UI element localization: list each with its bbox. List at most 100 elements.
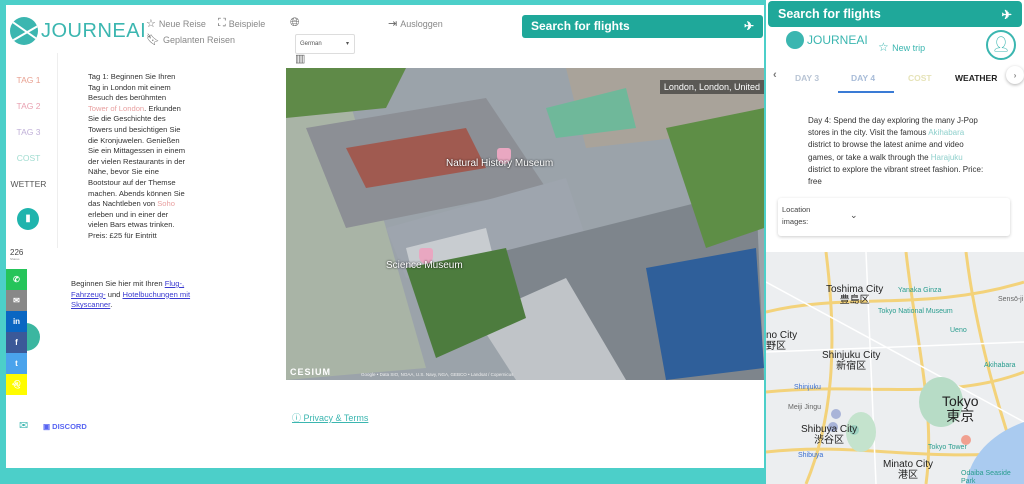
poi-science-museum[interactable]: Science Museum — [386, 260, 463, 271]
tabs-next-arrow[interactable]: › — [1006, 66, 1024, 84]
text: Tag 1: Beginnen Sie Ihren Tag in London … — [88, 72, 176, 103]
globe-logo-icon — [786, 31, 804, 49]
logo[interactable]: JOURNEAI — [10, 17, 146, 45]
location-images-dropdown[interactable]: Location images: ⌄ — [778, 198, 1010, 236]
day-tabs: ‹ DAY 3 DAY 4 COST WEATHER › — [766, 66, 1024, 93]
chevron-down-icon: ⌄ — [850, 210, 858, 220]
aerial-imagery — [286, 68, 764, 380]
text: 港区 — [898, 470, 918, 481]
active-tab-indicator — [838, 91, 894, 93]
text: no City — [766, 330, 798, 341]
star-icon: ☆ — [878, 40, 893, 54]
link-label: Privacy & Terms — [303, 413, 369, 423]
map-icon[interactable]: ▥ — [295, 52, 305, 65]
tokyo-map[interactable]: Toshima City 豊島区 Shinjuku City 新宿区 Tokyo 東京… — [766, 252, 1024, 484]
link-tower-of-london[interactable]: Tower of London — [88, 104, 144, 113]
map-place[interactable]: Tokyo National Museum — [878, 308, 953, 316]
map-place[interactable]: Shibuya — [798, 452, 823, 460]
save-bookmark-button[interactable]: ▮ — [17, 208, 39, 230]
privacy-terms-link[interactable]: ⓘ Privacy & Terms — [292, 411, 368, 424]
3d-map-view[interactable]: London, London, United Natural History M… — [286, 68, 764, 380]
map-place[interactable]: Akihabara — [984, 362, 1016, 370]
map-place[interactable]: Yanaka Ginza — [898, 287, 941, 295]
plane-icon: ✈ — [1001, 8, 1012, 22]
discord-icon: ▣ — [43, 422, 53, 431]
brand-name: JOURNEAI — [41, 19, 147, 42]
map-place[interactable]: Ueno — [950, 327, 967, 335]
sidenav-tag-3[interactable]: TAG 3 — [6, 127, 51, 153]
nav-planned-trips[interactable]: 🔖︎ Geplanten Reisen — [146, 33, 235, 46]
map-label: Toshima City 豊島区 — [826, 284, 883, 306]
text: Shibuya City — [801, 424, 858, 435]
divider — [57, 53, 58, 248]
text: . Erkunden Sie die Geschichte des Towers… — [88, 103, 186, 209]
text: 渋谷区 — [814, 435, 845, 446]
sidenav-cost[interactable]: COST — [6, 153, 51, 179]
link-harajuku[interactable]: Harajuku — [931, 153, 963, 162]
panel-search-flights-button[interactable]: Search for flights ✈ — [768, 1, 1022, 27]
nav-label: Ausloggen — [400, 18, 443, 29]
text: 東京 — [946, 408, 975, 424]
side-panel: Search for flights ✈ JOURNEAI ☆ New trip … — [766, 0, 1024, 484]
tab-cost[interactable]: COST — [908, 73, 932, 83]
cesium-logo: CESIUM — [290, 367, 332, 377]
map-place[interactable]: Tokyo Tower — [928, 444, 967, 452]
tabs-prev-arrow[interactable]: ‹ — [773, 69, 777, 81]
poi-natural-history-museum[interactable]: Natural History Museum — [446, 158, 553, 169]
logout-icon: ⇥ — [388, 18, 398, 30]
day-sidenav: TAG 1 TAG 2 TAG 3 COST WETTER — [6, 75, 51, 205]
puzzle-icon: ⛶ — [218, 17, 226, 29]
share-twitter-button[interactable]: t — [6, 353, 27, 374]
share-email-button[interactable]: ✉ — [6, 290, 27, 311]
chevron-down-icon: ▾ — [345, 41, 349, 47]
sidenav-tag-2[interactable]: TAG 2 — [6, 101, 51, 127]
mail-icon[interactable]: ✉ — [19, 419, 28, 432]
day-description: Day 4: Spend the day exploring the many … — [808, 115, 988, 188]
map-label: Tokyo 東京 — [942, 394, 979, 424]
nav-new-trip[interactable]: ☆ Neue Reise — [146, 17, 206, 30]
share-linkedin-button[interactable]: in — [6, 311, 27, 332]
day-description: Tag 1: Beginnen Sie Ihren Tag in London … — [88, 72, 188, 242]
text: Shinjuku City — [822, 350, 881, 361]
share-count: 226 Shares — [10, 248, 23, 261]
nav-examples[interactable]: ⛶ Beispiele — [218, 17, 265, 30]
text: . — [110, 300, 113, 310]
link-soho[interactable]: Soho — [157, 199, 175, 208]
booking-cta: Beginnen Sie hier mit Ihren Flug-, Fahrz… — [71, 279, 201, 311]
new-trip-button[interactable]: ☆ New trip — [878, 40, 925, 54]
share-facebook-button[interactable]: f — [6, 332, 27, 353]
sidenav-tag-1[interactable]: TAG 1 — [6, 75, 51, 101]
text: und — [105, 289, 123, 299]
user-avatar-icon[interactable]: 👤︎ — [986, 30, 1016, 60]
share-whatsapp-button[interactable]: ✆ — [6, 269, 27, 290]
text: Beginnen Sie hier mit Ihren — [71, 279, 165, 288]
star-icon: ☆ — [146, 18, 156, 30]
language-select[interactable]: German ▾ — [295, 34, 355, 54]
logout-link[interactable]: ⇥ Ausloggen — [388, 17, 443, 30]
discord-link[interactable]: ▣ DISCORD — [43, 422, 87, 431]
panel-logo[interactable]: JOURNEAI — [786, 31, 868, 49]
map-place[interactable]: Shinjuku — [794, 384, 821, 392]
tab-day-3[interactable]: DAY 3 — [795, 73, 819, 83]
map-label: Minato City 港区 — [883, 459, 933, 481]
nav-label: Neue Reise — [158, 18, 206, 29]
map-attribution: Google • Data SIO, NOAA, U.S. Navy, NGA,… — [361, 372, 514, 377]
tab-day-4[interactable]: DAY 4 — [851, 73, 875, 83]
link-akihabara[interactable]: Akihabara — [928, 128, 964, 137]
share-snapchat-button[interactable]: 👻︎ — [6, 374, 27, 395]
label: Location images: — [782, 205, 811, 226]
tab-weather[interactable]: WEATHER — [955, 73, 997, 83]
text: erleben und in einer der vielen Bars etw… — [88, 209, 175, 240]
nav-label: Geplanten Reisen — [162, 34, 236, 45]
sidenav-weather[interactable]: WETTER — [6, 179, 51, 205]
map-place[interactable]: Odaiba Seaside Park — [961, 470, 1024, 484]
map-place[interactable]: Meiji Jingu — [788, 404, 821, 412]
search-flights-button[interactable]: Search for flights ✈ — [522, 15, 763, 38]
nav-label: Beispiele — [228, 18, 266, 29]
label: New trip — [892, 43, 926, 53]
count: 226 — [10, 248, 24, 257]
info-icon: ⓘ — [292, 413, 304, 423]
brand-name: JOURNEAI — [807, 33, 868, 47]
text: Tokyo — [942, 393, 979, 409]
map-place[interactable]: Sensō-ji — [998, 296, 1023, 304]
